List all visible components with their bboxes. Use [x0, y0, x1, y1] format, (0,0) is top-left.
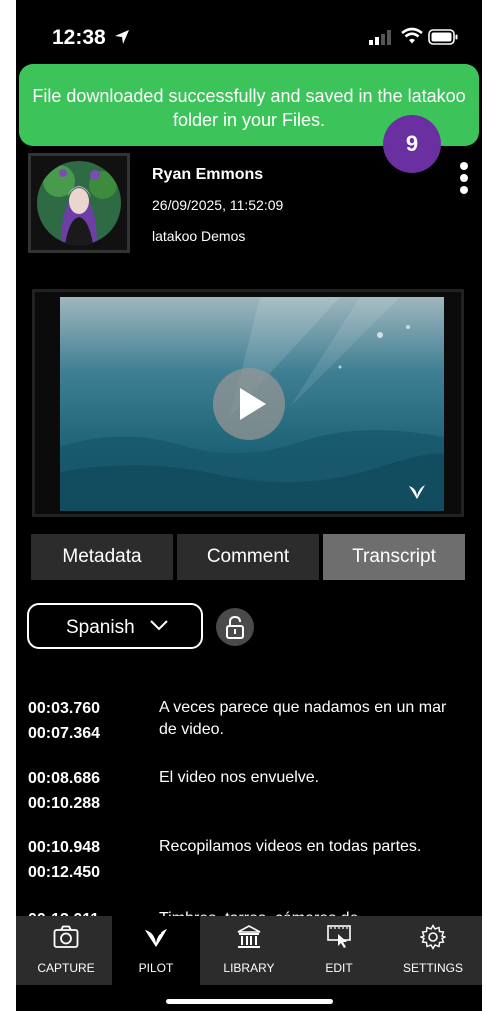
location-arrow-icon: [115, 30, 129, 44]
avatar: [37, 161, 121, 245]
play-button[interactable]: [213, 368, 285, 440]
signal-icon: [369, 30, 391, 45]
avatar-frame[interactable]: [28, 153, 130, 253]
upload-datetime: 26/09/2025, 11:52:09: [152, 197, 284, 213]
status-time: 12:38: [52, 26, 106, 49]
nav-edit-label: EDIT: [325, 961, 353, 975]
segment-start-time: 00:08.686: [28, 770, 101, 787]
transcript-segment[interactable]: 00:08.686 00:10.288 El video nos envuelv…: [28, 767, 468, 827]
segment-end-time: 00:12.450: [28, 864, 101, 881]
notification-badge[interactable]: 9: [383, 115, 441, 173]
nav-edit[interactable]: EDIT: [295, 916, 383, 985]
edit-icon: [327, 925, 351, 948]
battery-icon: [428, 29, 458, 45]
home-indicator[interactable]: [166, 999, 333, 1004]
nav-capture-label: CAPTURE: [37, 961, 95, 975]
tab-comment[interactable]: Comment: [177, 534, 319, 580]
nav-settings[interactable]: SETTINGS: [389, 916, 477, 985]
user-name: Ryan Emmons: [152, 166, 264, 183]
unlock-icon: [226, 615, 244, 639]
transcript-segment[interactable]: 00:03.760 00:07.364 A veces parece que n…: [28, 697, 468, 757]
bottom-nav: CAPTURE PILOT LIBRARY EDIT SETTINGS: [16, 916, 482, 985]
nav-settings-label: SETTINGS: [402, 961, 463, 975]
unlock-button[interactable]: [216, 608, 254, 646]
segment-end-time: 00:07.364: [28, 725, 101, 742]
status-bar: 12:38: [16, 0, 482, 62]
chevron-down-icon: [150, 620, 168, 631]
segment-start-time: 00:10.948: [28, 839, 101, 856]
camera-icon: [53, 925, 79, 948]
nav-pilot[interactable]: PILOT: [112, 916, 200, 985]
nav-library-label: LIBRARY: [223, 961, 275, 975]
language-select[interactable]: Spanish: [27, 603, 203, 649]
transcript-segment[interactable]: 00:10.948 00:12.450 Recopilamos videos e…: [28, 836, 468, 896]
latakoo-logo-icon: [409, 485, 425, 499]
gear-icon: [420, 924, 446, 950]
library-icon: [237, 925, 261, 948]
wifi-icon: [401, 27, 423, 44]
language-selected-label: Spanish: [66, 617, 135, 638]
segment-text: Recopilamos videos en todas partes.: [159, 838, 422, 855]
nav-library[interactable]: LIBRARY: [205, 916, 293, 985]
more-options-icon[interactable]: [456, 162, 472, 198]
tab-transcript[interactable]: Transcript: [323, 534, 465, 580]
organization-name: latakoo Demos: [152, 228, 246, 244]
nav-pilot-label: PILOT: [138, 961, 174, 975]
pilot-bird-icon: [145, 929, 167, 947]
segment-end-time: 00:10.288: [28, 795, 101, 812]
segment-text: A veces parece que nadamos en un mar de …: [159, 699, 447, 738]
tab-metadata[interactable]: Metadata: [31, 534, 173, 580]
segment-start-time: 00:03.760: [28, 700, 101, 717]
nav-capture[interactable]: CAPTURE: [22, 916, 110, 985]
segment-text: El video nos envuelve.: [159, 769, 320, 786]
